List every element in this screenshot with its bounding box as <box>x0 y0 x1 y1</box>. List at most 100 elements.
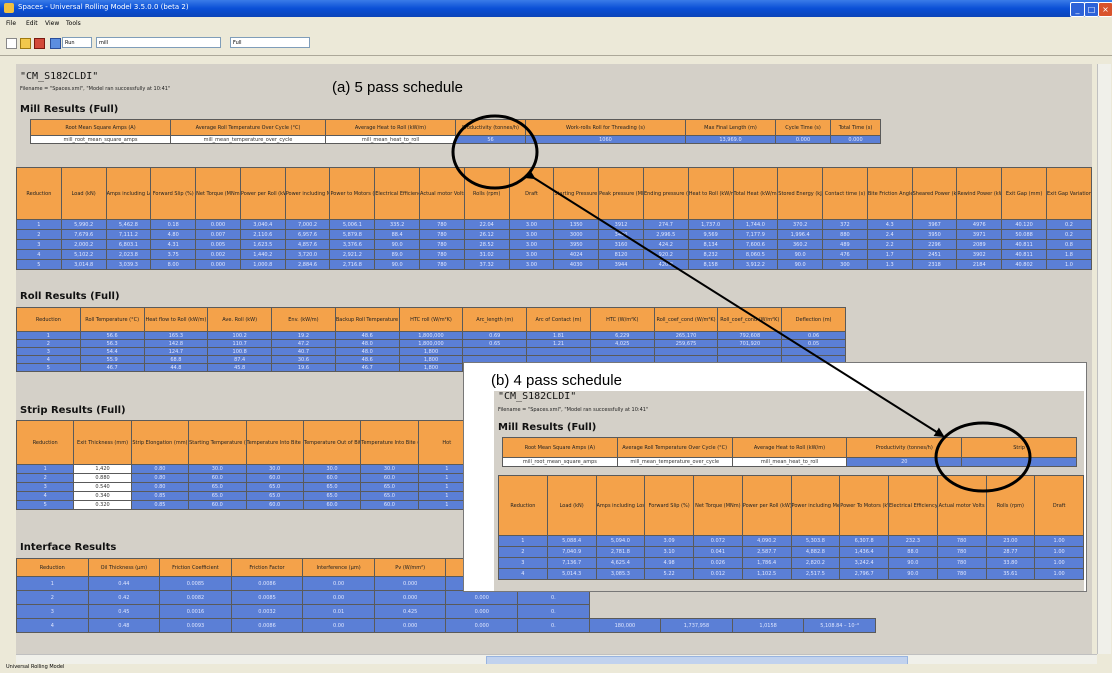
table-row: 5 3,014.8 3,039.3 8.00 0.000 1,000.8 2,884.6 2,… <box>16 259 1092 270</box>
close-button[interactable]: × <box>1098 2 1112 17</box>
table-cell: 3967 <box>911 219 958 230</box>
table-cell: 60.0 <box>188 473 247 483</box>
column-header: Actual motor Volts <box>419 167 465 220</box>
table-cell: 0.05 <box>781 339 846 348</box>
column-header: Backup Roll Temperature (°C) <box>334 307 400 332</box>
column-header: HTC (W/m²K) <box>589 307 655 332</box>
inset-mill-detail-table: ReductionLoad (kN)Amps including LossesF… <box>498 475 1084 580</box>
table-cell: 1.21 <box>526 339 591 348</box>
table-cell: 3.00 <box>508 259 555 270</box>
table-cell: 165.3 <box>143 331 209 340</box>
table-cell: mill_mean_heat_to_roll <box>325 135 456 144</box>
column-header: Exit Thickness (mm) <box>73 420 132 465</box>
table-cell: 4,857.6 <box>284 239 331 250</box>
table-row: 3 0.45 0.0016 0.0032 0.01 0.425 0.000 0. <box>16 604 876 619</box>
column-header: Total Time (s) <box>830 119 881 136</box>
column-header: Temperature Into Bite (°C) <box>245 420 304 465</box>
table-cell: 1060 <box>525 135 686 144</box>
table-cell: 0.80 <box>130 473 190 483</box>
table-cell: 2,996.5 <box>642 229 689 240</box>
table-cell: 30.6 <box>271 355 336 364</box>
table-cell: 0.002 <box>195 249 241 260</box>
table-row: 3 2,000.2 6,803.1 4.31 0.005 1,623.5 4,857.6 3,… <box>16 239 1092 250</box>
table-cell: 40.802 <box>1001 259 1047 270</box>
menu-edit[interactable]: Edit <box>26 20 38 27</box>
open-folder-icon[interactable] <box>20 38 31 49</box>
table-cell: 5,108.84 – 10⁻⁶ <box>803 618 876 633</box>
table-cell: 0.00 <box>302 590 375 605</box>
table-cell: 4 <box>498 568 548 580</box>
table-cell: 1.00 <box>1034 557 1084 569</box>
table-cell: 65.0 <box>302 491 362 501</box>
annotation-b: (b) 4 pass schedule <box>491 372 622 389</box>
table-cell: 60.0 <box>302 500 362 510</box>
run-field[interactable]: Run <box>62 37 92 48</box>
table-cell: 1,436.4 <box>839 546 889 558</box>
table-cell: 35.61 <box>985 568 1036 580</box>
table-cell: 0.06 <box>781 331 846 340</box>
table-cell: 3,720.0 <box>284 249 331 260</box>
column-header: Amps including Losses <box>105 167 152 220</box>
column-header: Reduction <box>16 420 75 465</box>
table-cell: 45.8 <box>207 363 273 372</box>
table-cell: 4 <box>16 618 89 633</box>
status-bar: Universal Rolling Model <box>0 664 1112 673</box>
table-cell: 0.0032 <box>230 604 304 619</box>
table-cell <box>717 347 783 356</box>
table-cell: 360.2 <box>777 239 824 250</box>
table-cell: 44.8 <box>143 363 209 372</box>
mode-select[interactable]: Full <box>230 37 310 48</box>
table-cell: 5,462.8 <box>105 219 152 230</box>
table-cell: 3 <box>16 604 89 619</box>
table-cell: 0.005 <box>195 239 241 250</box>
column-header: Sheared Power (kW) <box>911 167 958 220</box>
inset-mill-results-heading: Mill Results (Full) <box>498 422 597 433</box>
column-header: Power per Roll (kW) <box>741 475 792 536</box>
table-cell: 4,882.8 <box>790 546 841 558</box>
vertical-scrollbar[interactable] <box>1097 64 1111 654</box>
maximize-button[interactable]: □ <box>1084 2 1099 17</box>
column-header: Total Heat (kW/m) <box>732 167 779 220</box>
table-cell: 780 <box>936 568 987 580</box>
inset-mill-summary-table: Root Mean Square Amps (A) Average Roll Te… <box>502 437 1077 467</box>
table-cell: 65.0 <box>302 482 362 492</box>
minimize-button[interactable]: _ <box>1070 2 1085 17</box>
table-cell <box>526 347 591 356</box>
new-file-icon[interactable] <box>6 38 17 49</box>
stop-icon[interactable] <box>34 38 45 49</box>
table-cell: 48.0 <box>334 339 400 348</box>
table-cell: 0.000 <box>445 590 519 605</box>
table-cell: 2,921.2 <box>329 249 376 260</box>
table-cell: 3950 <box>553 239 600 250</box>
table-cell: 22.04 <box>463 219 510 230</box>
table-cell: 46.7 <box>79 363 145 372</box>
table-cell: 1,440.2 <box>239 249 286 260</box>
table-cell: 4976 <box>956 219 1003 230</box>
table-row: 3 7,136.7 4,625.4 4.98 0.026 1,786.4 2,820.2 3,… <box>498 557 1084 569</box>
column-header: Net Torque (MNm) <box>195 167 241 220</box>
table-cell: 1.3 <box>866 259 913 270</box>
table-cell: mill_root_mean_square_amps <box>502 457 618 467</box>
table-cell: 0.00 <box>302 576 375 591</box>
table-cell: 0.000 <box>445 604 519 619</box>
menu-tools[interactable]: Tools <box>66 20 81 27</box>
column-header: Draft <box>508 167 555 220</box>
mill-select[interactable]: mill <box>96 37 221 48</box>
run-icon[interactable] <box>50 38 61 49</box>
table-cell: 13,969.0 <box>685 135 776 144</box>
table-cell: 7,679.6 <box>60 229 107 240</box>
menu-view[interactable]: View <box>45 20 59 27</box>
table-cell: 1,420 <box>73 464 132 474</box>
table-cell: 28.77 <box>985 546 1036 558</box>
table-cell: 142.8 <box>143 339 209 348</box>
table-cell: 880 <box>822 229 868 240</box>
table-cell: 20 <box>846 457 963 467</box>
table-cell: 3160 <box>598 239 644 250</box>
table-cell: 0.340 <box>73 491 132 501</box>
column-header: Reduction <box>16 307 81 332</box>
table-cell: 0.45 <box>87 604 161 619</box>
table-cell: 3.00 <box>508 249 555 260</box>
table-cell: 0.540 <box>73 482 132 492</box>
menu-file[interactable]: File <box>6 20 16 27</box>
column-header: Average Heat to Roll (kW/m) <box>731 437 848 458</box>
